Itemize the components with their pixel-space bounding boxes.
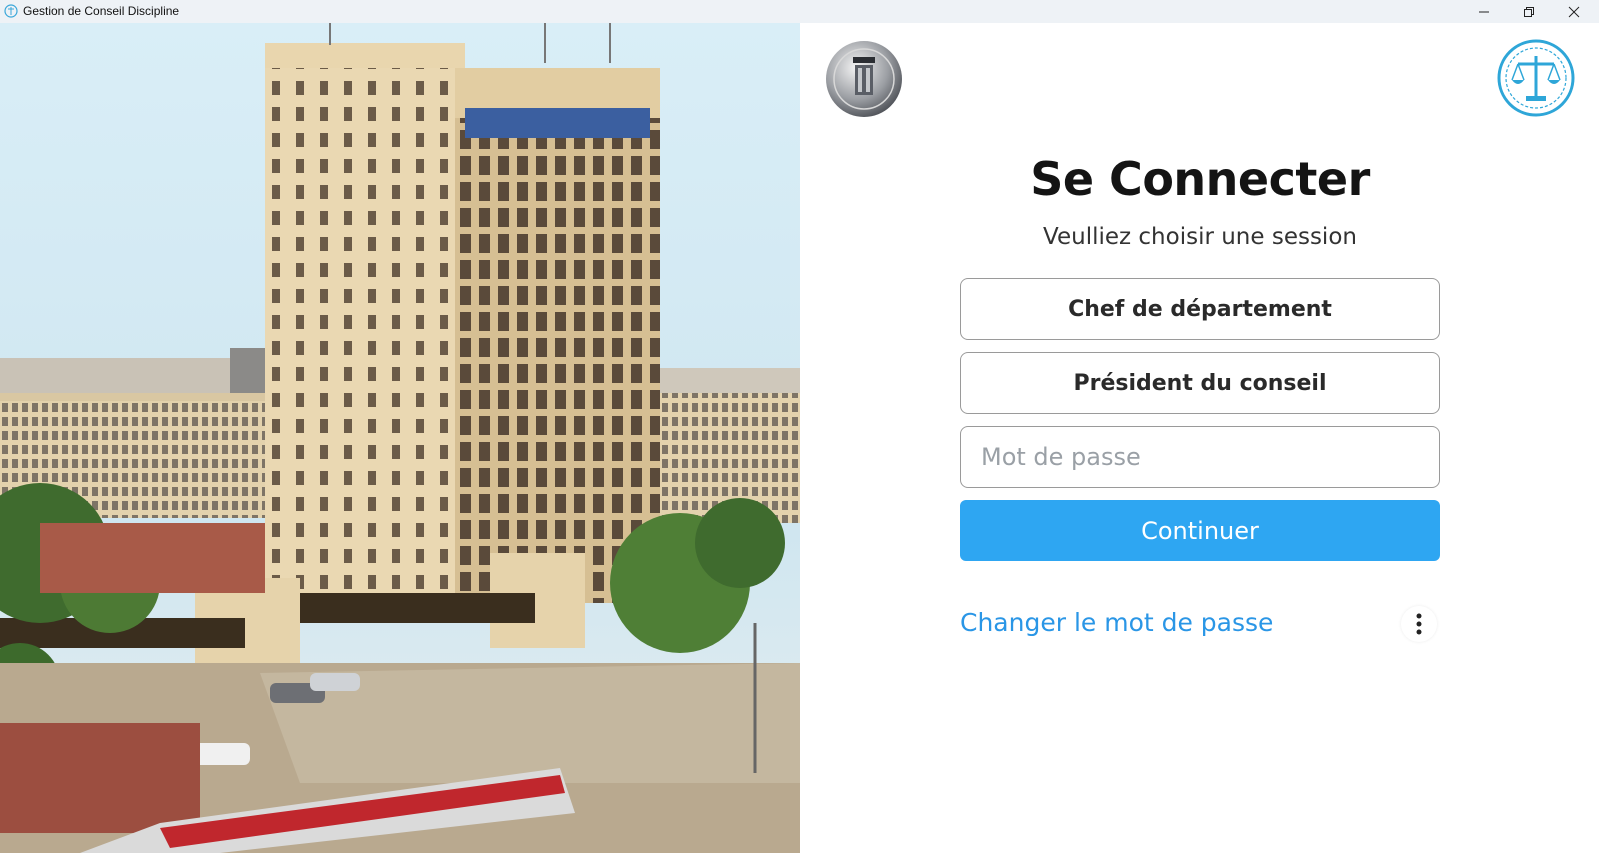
page-title: Se Connecter	[1030, 152, 1370, 206]
session-president-conseil-button[interactable]: Président du conseil	[960, 352, 1440, 414]
minimize-button[interactable]	[1461, 0, 1507, 23]
campus-building-image	[0, 23, 800, 853]
restore-icon	[1524, 6, 1534, 17]
more-options-button[interactable]	[1401, 606, 1437, 642]
scales-icon	[4, 4, 18, 18]
page-subtitle: Veulliez choisir une session	[1043, 224, 1357, 250]
change-password-link[interactable]: Changer le mot de passe	[960, 608, 1273, 637]
continue-button[interactable]: Continuer	[960, 500, 1440, 561]
campus-photo	[0, 23, 800, 853]
session-chef-departement-button[interactable]: Chef de département	[960, 278, 1440, 340]
password-input[interactable]	[960, 426, 1440, 488]
justice-scales-laurel-icon	[1497, 39, 1575, 117]
title-bar: Gestion de Conseil Discipline	[0, 0, 1599, 23]
minimize-icon	[1479, 11, 1489, 12]
more-vertical-icon	[1416, 613, 1422, 635]
maximize-button[interactable]	[1506, 0, 1552, 23]
university-seal-icon	[826, 41, 902, 117]
close-icon	[1568, 6, 1580, 17]
window-title: Gestion de Conseil Discipline	[23, 4, 180, 18]
close-button[interactable]	[1551, 0, 1597, 23]
